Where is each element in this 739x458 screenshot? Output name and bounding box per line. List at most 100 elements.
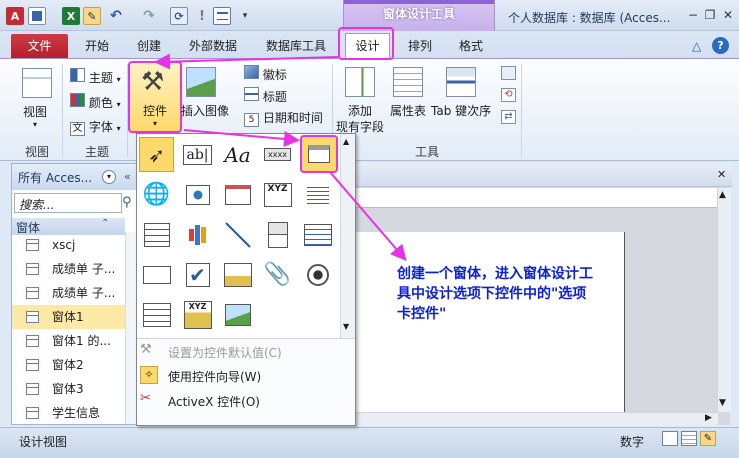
tab-format[interactable]: 格式 bbox=[459, 37, 483, 54]
check-box-icon[interactable]: ✔ bbox=[180, 257, 215, 292]
property-sheet-button[interactable] bbox=[393, 67, 423, 97]
color-button[interactable]: 颜色 ▾ bbox=[70, 93, 121, 111]
theme-button[interactable]: 主题 ▾ bbox=[70, 68, 121, 86]
controls-label: 控件 bbox=[143, 104, 168, 118]
form-icon bbox=[26, 239, 39, 251]
vertical-scrollbar[interactable] bbox=[717, 188, 731, 412]
form-view-icon[interactable] bbox=[662, 431, 678, 446]
scroll-down-icon[interactable]: ▼ bbox=[719, 398, 726, 408]
activex-controls-item[interactable]: ActiveX 控件(O) bbox=[168, 393, 260, 410]
option-button-icon[interactable] bbox=[300, 257, 335, 292]
exclamation-icon[interactable]: ! bbox=[193, 7, 211, 25]
customize-qat-icon[interactable]: ▾ bbox=[236, 7, 254, 25]
label-control-icon[interactable]: Aa bbox=[220, 137, 255, 172]
form-icon bbox=[26, 407, 39, 419]
image-control-icon[interactable] bbox=[220, 297, 255, 332]
web-browser-control-icon[interactable] bbox=[180, 177, 215, 212]
textbox-control-icon[interactable]: ab| bbox=[180, 137, 215, 172]
use-control-wizards-item[interactable]: 使用控件向导(W) bbox=[168, 368, 261, 385]
attachment-icon[interactable]: 📎 bbox=[260, 257, 295, 292]
nav-item-label: 窗体3 bbox=[52, 382, 84, 396]
horizontal-scrollbar[interactable] bbox=[352, 412, 718, 426]
tab-arrange[interactable]: 排列 bbox=[408, 37, 432, 54]
undo-icon[interactable]: ↶ bbox=[107, 7, 125, 25]
nav-group-collapse-icon[interactable]: ⌃ bbox=[101, 218, 109, 229]
convert-macro-icon[interactable]: ⇄ bbox=[501, 110, 516, 124]
scroll-up-icon[interactable]: ▲ bbox=[719, 190, 726, 200]
nav-item-label: 学生信息 bbox=[52, 406, 101, 420]
combo-box-icon[interactable] bbox=[139, 217, 174, 252]
excel-icon[interactable]: X bbox=[62, 7, 80, 25]
option-group-icon[interactable]: XYZ bbox=[260, 177, 295, 212]
set-control-defaults-item[interactable]: 设置为控件默认值(C) bbox=[168, 344, 282, 361]
nav-item-label: 成绩单 子... bbox=[52, 262, 116, 276]
restore-icon[interactable]: ❐ bbox=[701, 7, 719, 23]
activex-icon: ✂ bbox=[140, 391, 151, 406]
horizontal-ruler bbox=[352, 188, 728, 208]
set-default-icon: ⚒ bbox=[140, 342, 152, 357]
tab-file[interactable]: 文件 bbox=[11, 34, 68, 58]
refresh-icon[interactable]: ⟳ bbox=[170, 7, 188, 25]
tab-home[interactable]: 开始 bbox=[85, 37, 109, 54]
page-break-icon[interactable] bbox=[300, 177, 335, 212]
group-label-tools: 工具 bbox=[415, 145, 440, 159]
subform-control-icon[interactable] bbox=[139, 297, 174, 332]
search-icon[interactable]: ⚲ bbox=[122, 195, 132, 210]
toggle-button-icon[interactable] bbox=[260, 217, 295, 252]
help-icon[interactable]: ? bbox=[712, 37, 729, 54]
layout-view-icon[interactable] bbox=[681, 431, 697, 446]
gallery-scroll-up-icon[interactable]: ▲ bbox=[343, 137, 349, 146]
navigation-control-icon[interactable] bbox=[220, 177, 255, 212]
select-pointer-icon[interactable]: ➶ bbox=[139, 137, 174, 172]
nav-item-label: 窗体1 的... bbox=[52, 334, 111, 348]
separator bbox=[62, 64, 63, 157]
tab-order-button[interactable] bbox=[446, 67, 476, 97]
subform-icon[interactable] bbox=[501, 66, 516, 80]
nav-menu-dropdown-icon[interactable]: ▾ bbox=[102, 170, 116, 184]
logo-button[interactable]: 徽标 bbox=[244, 65, 287, 83]
view-button[interactable] bbox=[22, 68, 52, 98]
redo-icon[interactable]: ↷ bbox=[140, 7, 158, 25]
view-label: 视图 bbox=[23, 105, 48, 119]
font-button[interactable]: 文 字体 ▾ bbox=[70, 118, 121, 136]
calendar-icon: 5 bbox=[244, 113, 259, 127]
bound-object-frame-icon[interactable]: XYZ bbox=[180, 297, 215, 332]
chart-control-icon[interactable] bbox=[180, 217, 215, 252]
access-app-icon[interactable]: A bbox=[6, 7, 24, 25]
status-numlock: 数字 bbox=[620, 435, 645, 449]
line-control-icon[interactable] bbox=[220, 217, 255, 252]
collapse-ribbon-icon[interactable]: △ bbox=[692, 39, 701, 53]
design-view-status-icon[interactable]: ✎ bbox=[700, 431, 716, 446]
date-time-button[interactable]: 5 日期和时间 bbox=[244, 109, 323, 127]
close-document-icon[interactable]: ✕ bbox=[717, 168, 726, 181]
view-icon bbox=[22, 68, 52, 98]
hyperlink-control-icon[interactable]: 🌐 bbox=[139, 177, 174, 212]
tab-control-icon[interactable] bbox=[300, 135, 338, 173]
rectangle-control-icon[interactable] bbox=[139, 257, 174, 292]
design-view-icon[interactable]: ✎ bbox=[83, 7, 101, 25]
form-icon bbox=[26, 335, 39, 347]
unbound-object-frame-icon[interactable] bbox=[220, 257, 255, 292]
tab-database-tools[interactable]: 数据库工具 bbox=[266, 37, 326, 54]
close-icon[interactable]: ✕ bbox=[719, 7, 737, 23]
title-button[interactable]: 标题 bbox=[244, 87, 287, 105]
scroll-right-icon[interactable]: ▶ bbox=[705, 413, 712, 423]
tab-order-label: Tab 键次序 bbox=[431, 104, 492, 118]
add-existing-fields-button[interactable] bbox=[345, 67, 375, 97]
list-box-icon[interactable] bbox=[300, 217, 335, 252]
nav-pane-header[interactable]: 所有 Acces... bbox=[12, 164, 139, 190]
nav-search-input[interactable]: 搜索... bbox=[14, 193, 122, 213]
save-icon[interactable] bbox=[28, 7, 46, 25]
insert-image-button[interactable] bbox=[186, 67, 216, 97]
minimize-icon[interactable]: − bbox=[684, 7, 702, 23]
nav-collapse-icon[interactable]: « bbox=[124, 170, 131, 183]
tab-external-data[interactable]: 外部数据 bbox=[189, 37, 237, 54]
property-sheet-icon bbox=[393, 67, 423, 97]
tab-create[interactable]: 创建 bbox=[137, 37, 161, 54]
gallery-scrollbar[interactable] bbox=[340, 134, 355, 338]
code-icon[interactable]: ⟲ bbox=[501, 88, 516, 102]
color-icon bbox=[70, 93, 85, 107]
gallery-scroll-down-icon[interactable]: ▼ bbox=[343, 322, 349, 331]
button-control-icon[interactable]: xxxx bbox=[260, 137, 295, 172]
table-icon[interactable] bbox=[213, 7, 231, 25]
